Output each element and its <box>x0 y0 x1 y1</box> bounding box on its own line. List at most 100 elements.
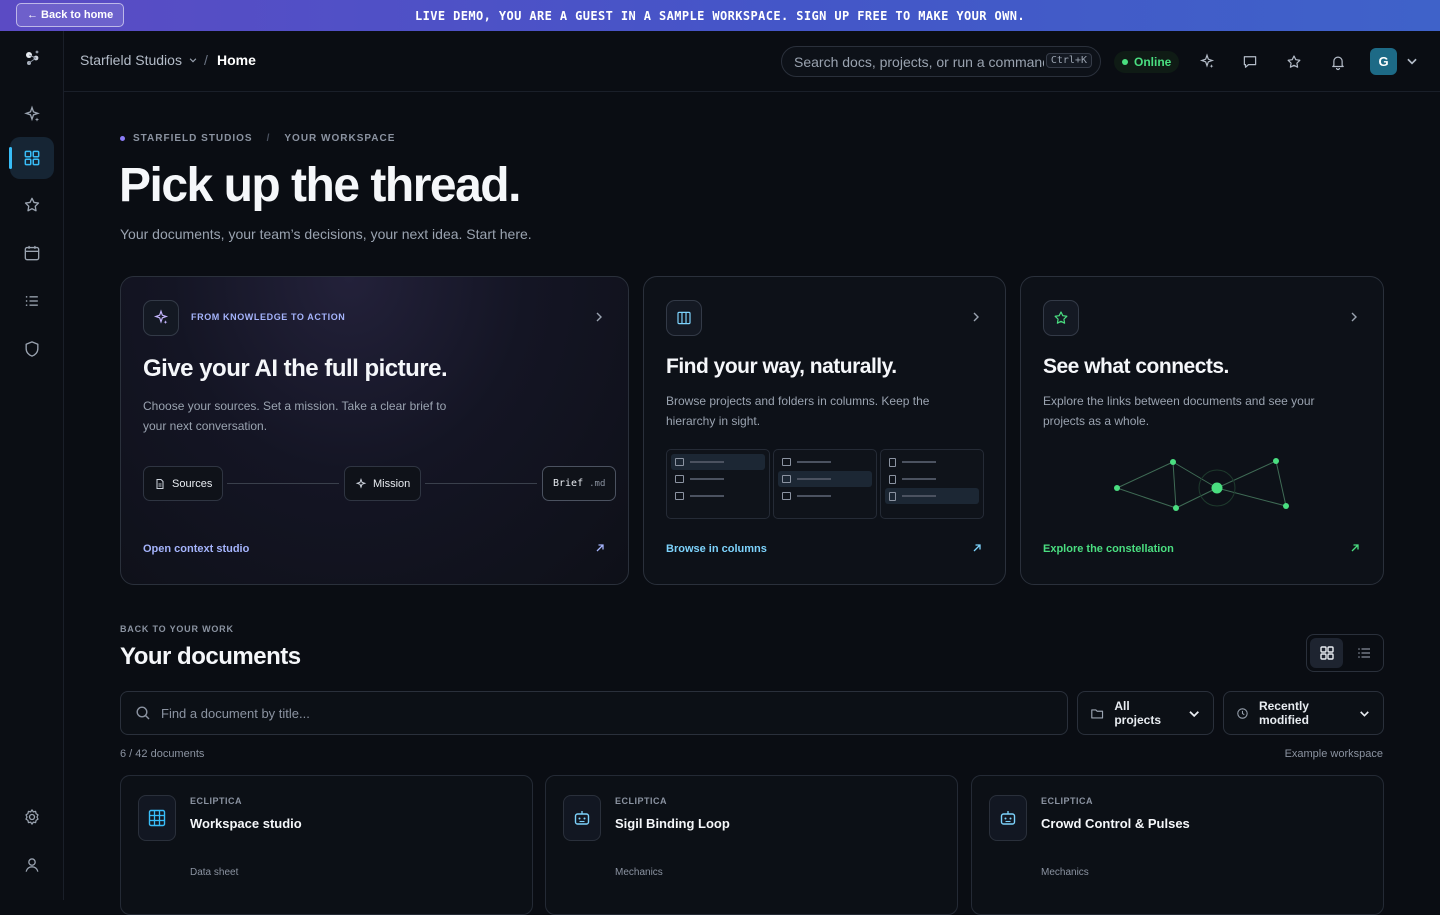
card-icon <box>666 300 702 336</box>
calendar-icon <box>24 245 40 261</box>
constellation-node <box>1173 505 1179 511</box>
shield-icon <box>25 341 39 357</box>
sources-label: Sources <box>172 477 213 490</box>
columns-preview-row <box>885 471 979 487</box>
flow-connector <box>227 483 339 484</box>
sparkle-icon <box>153 309 169 324</box>
file-icon <box>889 491 896 501</box>
document-type: Mechanics <box>1041 867 1089 878</box>
browse-in-columns-link[interactable]: Browse in columns <box>666 543 767 555</box>
project-filter-dropdown[interactable]: All projects <box>1077 691 1214 735</box>
sparkle-icon <box>355 477 367 489</box>
robot-icon <box>1000 811 1016 825</box>
clock-icon <box>1237 707 1248 719</box>
page-title: Pick up the thread. <box>119 159 521 212</box>
document-card[interactable]: ECLIPTICA Workspace studio Data sheet <box>120 775 533 915</box>
comments-button[interactable] <box>1238 50 1262 74</box>
card-description: Choose your sources. Set a mission. Take… <box>143 396 446 436</box>
folder-icon <box>782 475 791 483</box>
sidebar-item-profile[interactable] <box>10 844 54 886</box>
document-title: Crowd Control & Pulses <box>1041 816 1190 831</box>
sort-dropdown[interactable]: Recently modified <box>1223 691 1384 735</box>
ai-context-card[interactable]: FROM KNOWLEDGE TO ACTION Give your AI th… <box>120 276 629 585</box>
page-subtitle: Your documents, your team’s decisions, y… <box>120 226 532 242</box>
sidebar-item-home[interactable] <box>9 137 54 179</box>
sort-value: Recently modified <box>1258 699 1309 727</box>
command-search[interactable]: Ctrl+K <box>781 46 1101 77</box>
columns-preview-row <box>778 488 872 504</box>
card-icon <box>143 300 179 336</box>
topbar: Starfield Studios / Home Ctrl+K Online G <box>64 31 1440 92</box>
constellation-card[interactable]: See what connects. Explore the links bet… <box>1020 276 1384 585</box>
mission-label: Mission <box>373 477 411 490</box>
columns-preview-row <box>778 454 872 470</box>
ai-assistant-button[interactable] <box>1195 50 1219 74</box>
document-search-input[interactable] <box>161 705 1041 721</box>
sidebar-item-list[interactable] <box>10 280 54 322</box>
avatar[interactable]: G <box>1370 48 1397 75</box>
sidebar <box>0 31 64 900</box>
sources-pill: Sources <box>143 466 224 501</box>
document-title: Sigil Binding Loop <box>615 816 730 831</box>
status-badge: Online <box>1114 51 1180 73</box>
mission-pill: Mission <box>344 466 422 501</box>
card-title: Give your AI the full picture. <box>143 355 448 382</box>
document-icon <box>156 478 164 489</box>
explore-constellation-link[interactable]: Explore the constellation <box>1043 543 1174 555</box>
document-project: ECLIPTICA <box>190 796 243 806</box>
list-view-button[interactable] <box>1347 638 1380 668</box>
app-logo-icon[interactable] <box>20 47 44 71</box>
card-description-line: Explore the links between documents and … <box>1043 394 1315 408</box>
documents-eyebrow: BACK TO YOUR WORK <box>120 624 234 634</box>
chevron-down-icon[interactable] <box>1405 54 1419 68</box>
eyebrow-workspace: STARFIELD STUDIOS <box>133 133 253 144</box>
status-dot-icon <box>1122 59 1128 65</box>
card-description-line: Browse projects and folders in columns. … <box>666 394 930 408</box>
list-icon <box>1357 648 1370 658</box>
sidebar-item-constellation[interactable] <box>10 184 54 226</box>
folder-icon <box>675 492 684 500</box>
brief-pill: Brief .md <box>542 466 617 501</box>
arrow-up-right-icon <box>973 544 981 552</box>
constellation-node <box>1283 503 1289 509</box>
constellation-node <box>1211 482 1223 494</box>
sidebar-item-ai[interactable] <box>10 94 54 136</box>
folder-icon <box>675 458 684 466</box>
columns-preview-row <box>778 471 872 487</box>
columns-card[interactable]: Find your way, naturally. Browse project… <box>643 276 1006 585</box>
brief-extension: .md <box>589 478 606 489</box>
sidebar-item-security[interactable] <box>10 328 54 370</box>
constellation-node <box>1170 459 1176 465</box>
constellation-graph <box>1114 458 1289 511</box>
main-content: STARFIELD STUDIOS / YOUR WORKSPACE Pick … <box>64 92 1440 915</box>
gear-icon <box>25 809 39 825</box>
chevron-right-icon <box>596 312 602 322</box>
card-description: Explore the links between documents and … <box>1043 391 1315 431</box>
grid-view-button[interactable] <box>1310 638 1343 668</box>
columns-preview-row <box>671 454 765 470</box>
notifications-button[interactable] <box>1326 50 1350 74</box>
sidebar-item-calendar[interactable] <box>10 232 54 274</box>
document-card[interactable]: ECLIPTICA Crowd Control & Pulses Mechani… <box>971 775 1384 915</box>
breadcrumb-workspace[interactable]: Starfield Studios <box>80 52 198 68</box>
command-search-input[interactable] <box>794 53 1044 70</box>
document-project: ECLIPTICA <box>615 796 668 806</box>
arrow-up-right-icon <box>596 544 604 552</box>
favorites-button[interactable] <box>1282 50 1306 74</box>
card-icon <box>1043 300 1079 336</box>
chevron-down-icon <box>1360 710 1369 717</box>
card-tag: FROM KNOWLEDGE TO ACTION <box>191 312 346 322</box>
open-context-studio-link[interactable]: Open context studio <box>143 543 249 555</box>
sidebar-item-settings[interactable] <box>10 796 54 838</box>
columns-preview-column <box>666 449 770 519</box>
back-to-home-button[interactable]: ← Back to home <box>16 3 125 27</box>
document-search[interactable] <box>120 691 1068 735</box>
card-description-line: projects as a whole. <box>1043 414 1150 428</box>
document-card[interactable]: ECLIPTICA Sigil Binding Loop Mechanics <box>545 775 958 915</box>
folder-icon <box>782 458 791 466</box>
project-filter-value: All projects <box>1114 699 1161 727</box>
card-description-line: Choose your sources. Set a mission. Take… <box>143 399 447 413</box>
columns-icon <box>677 311 691 325</box>
chevron-down-icon <box>189 58 197 63</box>
search-icon <box>136 706 150 720</box>
